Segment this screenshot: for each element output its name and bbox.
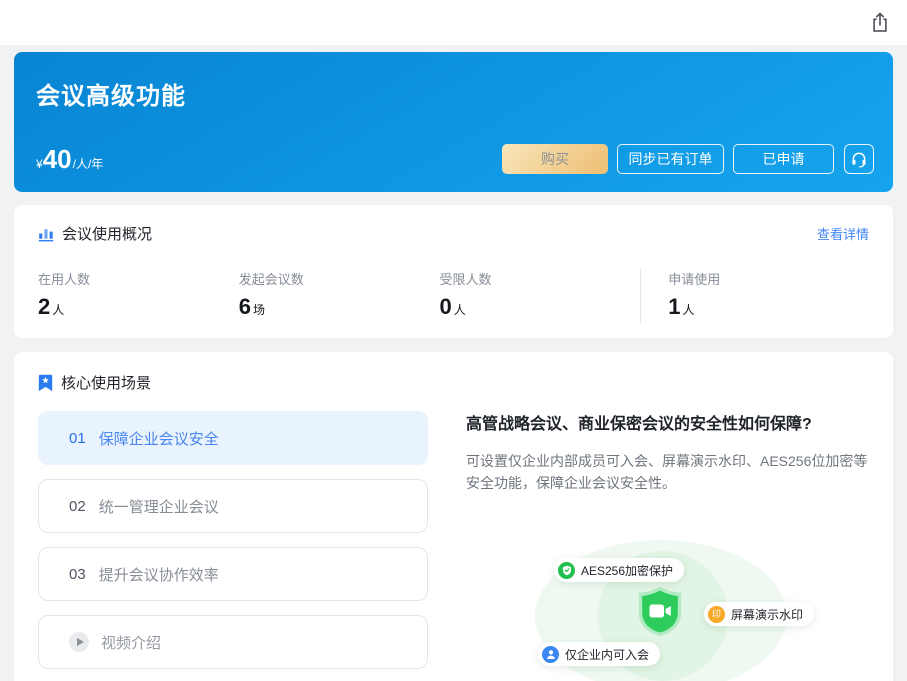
view-details-link[interactable]: 查看详情 <box>817 224 869 243</box>
scenario-number: 03 <box>69 566 86 583</box>
badge-label: 仅企业内可入会 <box>565 646 649 663</box>
video-intro-item[interactable]: 视频介绍 <box>38 615 428 669</box>
scenarios-card-header: 核心使用场景 <box>38 372 869 393</box>
stamp-icon: 印 <box>708 606 725 623</box>
badge-label: AES256加密保护 <box>581 562 673 579</box>
stat-restricted-users: 受限人数 0 人 <box>440 269 641 318</box>
user-icon <box>542 646 559 663</box>
sync-orders-button[interactable]: 同步已有订单 <box>617 144 724 174</box>
scenario-detail: 高管战略会议、商业保密会议的安全性如何保障? 可设置仅企业内部成员可入会、屏幕演… <box>466 411 869 681</box>
bar-chart-icon <box>38 226 54 242</box>
scenario-item-01[interactable]: 01 保障企业会议安全 <box>38 411 428 465</box>
stat-active-users: 在用人数 2 人 <box>38 269 239 318</box>
banner-bottom-row: ¥ 40 /人/年 购买 同步已有订单 已申请 <box>36 144 874 174</box>
stats-divider <box>640 269 641 323</box>
shield-check-icon <box>558 562 575 579</box>
stat-value: 2 人 <box>38 296 239 318</box>
scenario-item-03[interactable]: 03 提升会议协作效率 <box>38 547 428 601</box>
plan-banner: 会议高级功能 ¥ 40 /人/年 购买 同步已有订单 已申请 <box>14 52 893 192</box>
stat-label: 发起会议数 <box>239 269 440 288</box>
scenarios-body: 01 保障企业会议安全 02 统一管理企业会议 03 提升会议协作效率 视频介绍… <box>38 411 869 681</box>
price-amount: 40 <box>43 146 72 172</box>
stat-value: 0 人 <box>440 296 641 318</box>
video-intro-label: 视频介绍 <box>101 632 161 653</box>
page-title: 会议高级功能 <box>36 76 871 111</box>
security-illustration: AES256加密保护 印 屏幕演示水印 <box>466 514 869 681</box>
scenario-label: 保障企业会议安全 <box>99 428 219 449</box>
price: ¥ 40 /人/年 <box>36 146 103 172</box>
usage-stats: 在用人数 2 人 发起会议数 6 场 受限人数 0 人 <box>38 269 869 323</box>
stat-value: 6 场 <box>239 296 440 318</box>
usage-card-title: 会议使用概况 <box>62 223 152 244</box>
badge-label: 屏幕演示水印 <box>731 606 803 623</box>
scenario-number: 02 <box>69 498 86 515</box>
core-scenarios-card: 核心使用场景 01 保障企业会议安全 02 统一管理企业会议 03 提升会议协作… <box>14 352 893 681</box>
stat-label: 在用人数 <box>38 269 239 288</box>
usage-overview-card: 会议使用概况 查看详情 在用人数 2 人 发起会议数 6 场 受限人数 <box>14 205 893 338</box>
usage-card-header: 会议使用概况 查看详情 <box>38 223 869 244</box>
stat-label: 申请使用 <box>668 269 869 288</box>
share-button[interactable] <box>871 12 889 33</box>
topbar <box>0 0 907 45</box>
badge-aes256: AES256加密保护 <box>554 558 684 582</box>
scenario-number: 01 <box>69 430 86 447</box>
content-area: 会议高级功能 ¥ 40 /人/年 购买 同步已有订单 已申请 <box>0 45 907 681</box>
stat-applied-users: 申请使用 1 人 <box>668 269 869 318</box>
shield-camera-icon <box>636 586 684 642</box>
banner-actions: 购买 同步已有订单 已申请 <box>502 144 874 174</box>
support-button[interactable] <box>844 144 874 174</box>
buy-button[interactable]: 购买 <box>502 144 608 174</box>
scenario-item-02[interactable]: 02 统一管理企业会议 <box>38 479 428 533</box>
share-icon <box>871 12 889 33</box>
stat-meetings-started: 发起会议数 6 场 <box>239 269 440 318</box>
price-currency: ¥ <box>36 157 43 171</box>
badge-members-only: 仅企业内可入会 <box>538 642 660 666</box>
scenario-label: 提升会议协作效率 <box>99 564 219 585</box>
play-icon <box>69 632 89 652</box>
applied-button[interactable]: 已申请 <box>733 144 834 174</box>
bookmark-star-icon <box>38 374 53 392</box>
scenario-detail-heading: 高管战略会议、商业保密会议的安全性如何保障? <box>466 413 869 437</box>
headset-icon <box>850 150 868 168</box>
stat-label: 受限人数 <box>440 269 641 288</box>
price-unit: /人/年 <box>73 155 104 172</box>
scenario-label: 统一管理企业会议 <box>99 496 219 517</box>
scenario-detail-description: 可设置仅企业内部成员可入会、屏幕演示水印、AES256位加密等安全功能，保障企业… <box>466 450 869 494</box>
stat-value: 1 人 <box>668 296 869 318</box>
scenario-list: 01 保障企业会议安全 02 统一管理企业会议 03 提升会议协作效率 视频介绍 <box>38 411 428 681</box>
scenarios-card-title: 核心使用场景 <box>61 372 151 393</box>
badge-watermark: 印 屏幕演示水印 <box>704 602 814 626</box>
